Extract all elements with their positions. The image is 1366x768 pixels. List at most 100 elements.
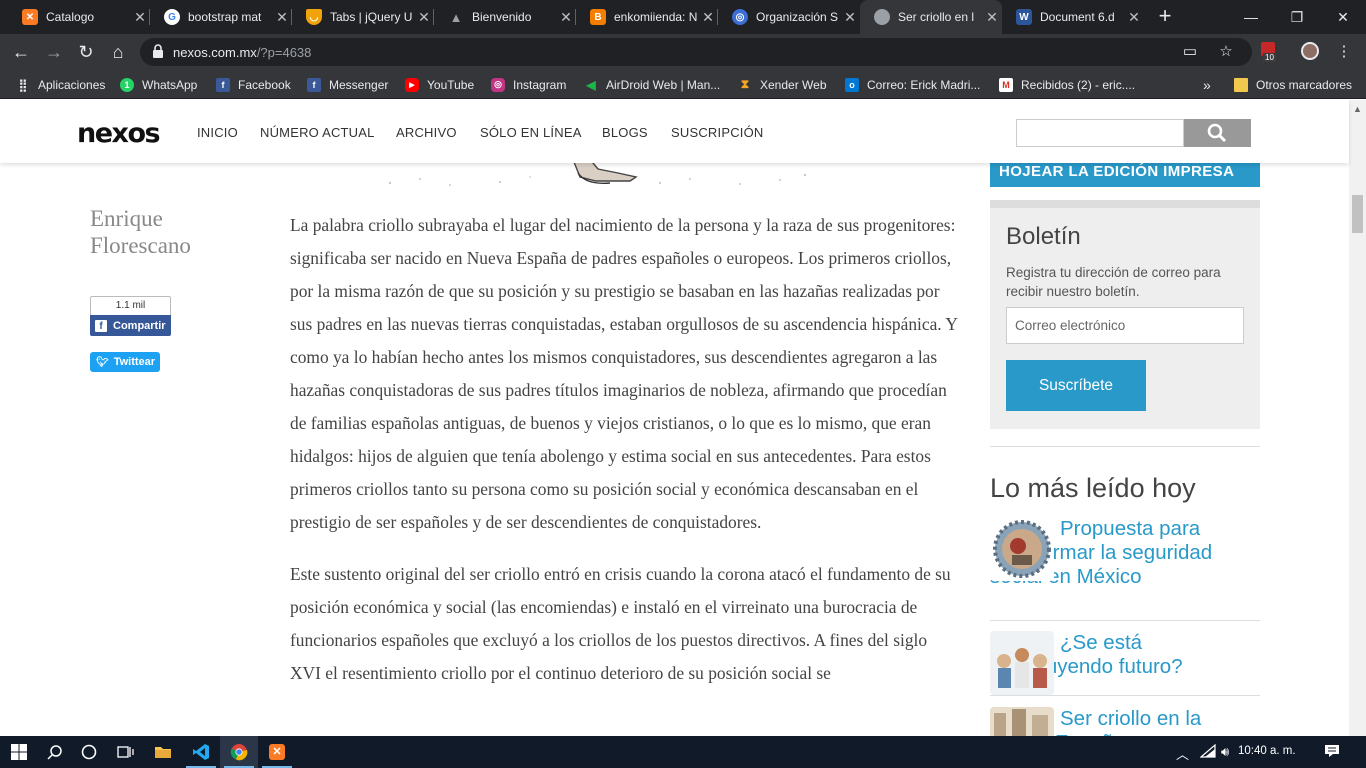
close-tab-icon[interactable]: ✕	[982, 9, 1002, 26]
nav-link-numero-actual[interactable]: NÚMERO ACTUAL	[260, 125, 375, 140]
close-tab-icon[interactable]: ✕	[556, 9, 576, 26]
browser-tab[interactable]: ▲ Bienvenido ✕	[434, 0, 576, 34]
blogger-icon: B	[590, 9, 606, 25]
tab-title: Organización S	[756, 10, 839, 24]
vscode-icon[interactable]	[182, 736, 220, 768]
close-tab-icon[interactable]: ✕	[272, 9, 292, 26]
nav-link-archivo[interactable]: ARCHIVO	[396, 125, 457, 140]
most-read-item[interactable]: ¿Se está construyendo futuro?	[990, 631, 1260, 696]
bookmarks-overflow-button[interactable]: »	[1203, 76, 1211, 93]
tweet-button[interactable]: 🐦︎ Twittear	[90, 352, 160, 372]
windows-start-icon[interactable]	[0, 736, 38, 768]
nav-link-suscripcion[interactable]: SUSCRIPCIÓN	[671, 125, 764, 140]
article-paragraph: Este sustento original del ser criollo e…	[290, 564, 951, 683]
nav-link-blogs[interactable]: BLOGS	[602, 125, 648, 140]
task-view-icon[interactable]	[106, 736, 144, 768]
author-name[interactable]: Enrique Florescano	[90, 205, 250, 259]
xampp-icon[interactable]: ✕	[258, 736, 296, 768]
browser-tab[interactable]: ✕ Catalogo ✕	[8, 0, 150, 34]
most-read-item[interactable]: Ser criollo en la Nueva España	[990, 707, 1260, 736]
facebook-share-button[interactable]: 1.1 mil f Compartir	[90, 296, 171, 336]
close-window-button[interactable]: ✕	[1320, 0, 1366, 34]
taskbar-clock[interactable]: 10:40 a. m.	[1238, 745, 1296, 757]
volume-icon[interactable]: 🔊︎	[1221, 744, 1229, 760]
article-paragraph: La palabra criollo subrayaba el lugar de…	[290, 215, 958, 532]
back-button[interactable]: ←	[9, 40, 33, 64]
close-tab-icon[interactable]: ✕	[414, 9, 434, 26]
show-hidden-icons-chevron-icon[interactable]: ︿	[1176, 744, 1189, 763]
bookmark-whatsapp[interactable]: 1 WhatsApp	[120, 76, 197, 93]
bookmark-airdroid[interactable]: ◀ AirDroid Web | Man...	[584, 76, 720, 93]
browser-tab[interactable]: G bootstrap mat ✕	[150, 0, 292, 34]
restore-button[interactable]: ❐	[1274, 0, 1320, 34]
newsletter-box: Boletín Registra tu dirección de correo …	[990, 200, 1260, 429]
close-tab-icon[interactable]: ✕	[698, 9, 718, 26]
search-icon[interactable]	[36, 736, 74, 768]
close-tab-icon[interactable]: ✕	[840, 9, 860, 26]
newsletter-email-input[interactable]: Correo electrónico	[1006, 307, 1244, 344]
url-path: /?p=4638	[256, 45, 312, 60]
gmail-icon: M	[999, 77, 1013, 92]
minimize-button[interactable]: —	[1228, 0, 1274, 34]
subscribe-button[interactable]: Suscríbete	[1006, 360, 1146, 411]
bookmark-gmail[interactable]: M Recibidos (2) - eric....	[999, 76, 1135, 93]
google-icon: G	[164, 9, 180, 25]
address-bar[interactable]: nexos.com.mx/?p=4638 ▭ ☆	[140, 38, 1252, 66]
chrome-menu-icon[interactable]: ⋮	[1334, 42, 1354, 62]
chrome-icon[interactable]	[220, 736, 258, 768]
bookmark-label: Instagram	[513, 77, 567, 92]
bookmark-instagram[interactable]: ◎ Instagram	[491, 76, 566, 93]
scrollbar-thumb[interactable]	[1352, 195, 1363, 233]
bookmark-label: Aplicaciones	[38, 77, 106, 92]
bookmark-label: Messenger	[329, 77, 389, 92]
most-read-heading: Lo más leído hoy	[990, 473, 1196, 503]
file-explorer-icon[interactable]	[144, 736, 182, 768]
browser-tab-active[interactable]: Ser criollo en l ✕	[860, 0, 1002, 34]
most-read-thumbnail	[990, 631, 1054, 695]
cast-icon[interactable]: ▭	[1180, 42, 1200, 62]
page-scrollbar[interactable]: ▲	[1349, 100, 1366, 736]
newsletter-title: Boletín	[1006, 223, 1081, 250]
site-search-button[interactable]	[1184, 119, 1251, 147]
forward-button[interactable]: →	[42, 40, 66, 64]
bookmark-star-icon[interactable]: ☆	[1216, 42, 1236, 62]
wifi-icon[interactable]	[1199, 743, 1216, 761]
most-read-item[interactable]: Propuesta para transformar la seguridad …	[990, 517, 1260, 621]
bookmark-youtube[interactable]: ▶ YouTube	[405, 76, 474, 93]
url-text: nexos.com.mx/?p=4638	[173, 45, 311, 60]
profile-avatar[interactable]	[1301, 42, 1321, 62]
youtube-icon: ▶	[405, 77, 419, 92]
bookmark-xender[interactable]: ⧗ Xender Web	[738, 76, 827, 93]
bookmark-messenger[interactable]: f Messenger	[307, 76, 388, 93]
tweet-label: Twittear	[113, 356, 156, 368]
bookmark-outlook[interactable]: o Correo: Erick Madri...	[845, 76, 980, 93]
twitter-icon: 🐦︎	[96, 356, 109, 368]
nav-link-solo-en-linea[interactable]: SÓLO EN LÍNEA	[480, 125, 582, 140]
notifications-icon[interactable]	[1324, 744, 1340, 761]
tab-title: Bienvenido	[472, 10, 532, 24]
close-tab-icon[interactable]: ✕	[1124, 9, 1144, 26]
nav-link-inicio[interactable]: INICIO	[197, 125, 238, 140]
lock-icon	[153, 44, 163, 58]
home-button[interactable]: ⌂	[106, 40, 130, 64]
web-page: nexos INICIO NÚMERO ACTUAL ARCHIVO SÓLO …	[0, 100, 1366, 736]
other-bookmarks-label: Otros marcadores	[1256, 77, 1353, 92]
close-tab-icon[interactable]: ✕	[130, 9, 150, 26]
tab-title: Ser criollo en l	[898, 10, 975, 24]
site-search-input[interactable]	[1016, 119, 1184, 147]
browser-tab[interactable]: B enkomiienda: N ✕	[576, 0, 718, 34]
article-body: La palabra criollo subrayaba el lugar de…	[290, 209, 962, 709]
other-bookmarks[interactable]: Otros marcadores	[1234, 76, 1352, 93]
bookmark-facebook[interactable]: f Facebook	[216, 76, 291, 93]
browser-tab[interactable]: W Document 6.d ✕	[1002, 0, 1144, 34]
bookmark-aplicaciones[interactable]: ⣿ Aplicaciones	[16, 76, 106, 93]
browser-tab[interactable]: ◎ Organización S ✕	[718, 0, 860, 34]
nexos-logo[interactable]: nexos	[77, 118, 161, 149]
browser-tab[interactable]: ◡ Tabs | jQuery U ✕	[292, 0, 434, 34]
extension-icon[interactable]: 10	[1258, 42, 1278, 62]
new-tab-button[interactable]: +	[1153, 5, 1177, 29]
reload-button[interactable]: ↻	[74, 40, 98, 64]
scroll-up-arrow-icon[interactable]: ▲	[1353, 104, 1362, 114]
cortana-icon[interactable]	[70, 736, 108, 768]
url-host: nexos.com.mx	[173, 45, 257, 60]
